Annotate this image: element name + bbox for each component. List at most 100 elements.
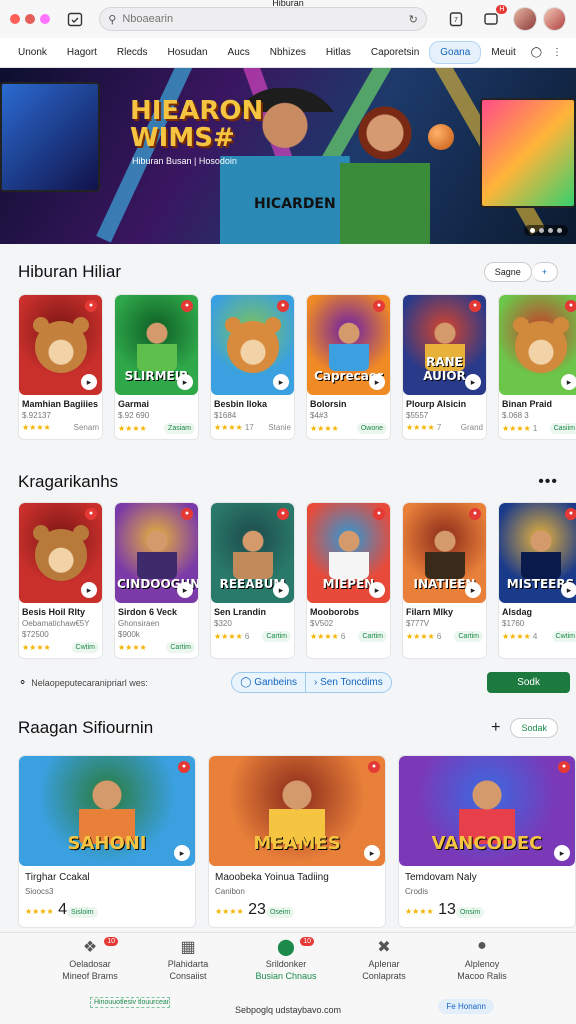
- hero-banner[interactable]: HICARDEN HIEARON WIMS# Hiburan Busan | H…: [0, 68, 576, 244]
- help-icon[interactable]: ◯: [526, 43, 547, 62]
- game-thumbnail[interactable]: VANCODEC ● ▸: [399, 756, 575, 866]
- game-thumbnail[interactable]: SAHONI ● ▸: [19, 756, 195, 866]
- bottom-nav-item[interactable]: ✖ Aplenar Conlaprats: [334, 937, 434, 981]
- card-action[interactable]: Casiim: [549, 423, 576, 434]
- game-thumbnail[interactable]: ● ▸: [211, 295, 294, 395]
- card-action[interactable]: Grand: [461, 423, 483, 432]
- bottom-nav-item[interactable]: ● Alplenoy Macoo Ralis: [432, 937, 532, 981]
- add-button[interactable]: +: [531, 262, 558, 282]
- bottom-nav-item[interactable]: ▦ Plahidarta Consaiist: [138, 937, 238, 981]
- game-card[interactable]: INATIEEN ● ▸ Filarn Mlky $777V ★★★★ 6 Cartim: [402, 502, 487, 659]
- sodak-button[interactable]: Sodak: [510, 718, 558, 738]
- more-icon[interactable]: •••: [538, 473, 558, 491]
- search-bar[interactable]: ⚲ ↻: [99, 7, 427, 31]
- tab-8[interactable]: Goana: [429, 41, 482, 64]
- more-icon[interactable]: ⋮: [547, 43, 567, 62]
- tab-1[interactable]: Hagort: [57, 42, 107, 63]
- play-icon[interactable]: ▸: [81, 582, 97, 598]
- tab-3[interactable]: Hosudan: [158, 42, 218, 63]
- segment-ganbeins[interactable]: ◯ Ganbeins: [232, 673, 305, 692]
- play-icon[interactable]: ▸: [273, 374, 289, 390]
- card-action[interactable]: Onsim: [455, 907, 485, 918]
- play-icon[interactable]: ▸: [561, 374, 576, 390]
- tab-4[interactable]: Aucs: [218, 42, 260, 63]
- game-thumbnail[interactable]: ● ▸: [19, 503, 102, 603]
- game-thumbnail[interactable]: INATIEEN ● ▸: [403, 503, 486, 603]
- minimize-dot[interactable]: [25, 14, 35, 24]
- tab-6[interactable]: Hitlas: [316, 42, 361, 63]
- game-card[interactable]: ● ▸ Besbin lloka $1684 ★★★★ 17 Stanie: [210, 294, 295, 440]
- card-action[interactable]: Senam: [74, 423, 99, 432]
- card-action[interactable]: Cartim: [454, 631, 483, 642]
- game-thumbnail[interactable]: MEAMES ● ▸: [209, 756, 385, 866]
- card-action[interactable]: Stanie: [268, 423, 291, 432]
- game-card[interactable]: Caprecaer ● ▸ Bolorsin $4#3 ★★★★ Owone: [306, 294, 391, 440]
- card-action[interactable]: Oseim: [265, 907, 295, 918]
- play-icon[interactable]: ▸: [174, 845, 190, 861]
- play-icon[interactable]: ▸: [465, 582, 481, 598]
- tab-2[interactable]: Rlecds: [107, 42, 158, 63]
- sort-button[interactable]: Sagne: [483, 262, 532, 282]
- game-thumbnail[interactable]: MIEPEN ● ▸: [307, 503, 390, 603]
- segmented-control[interactable]: ◯ Ganbeins › Sen Toncdims: [231, 672, 392, 693]
- game-thumbnail[interactable]: Caprecaer ● ▸: [307, 295, 390, 395]
- maximize-dot[interactable]: [40, 14, 50, 24]
- close-dot[interactable]: [10, 14, 20, 24]
- notification-icon[interactable]: H: [480, 5, 508, 30]
- game-card[interactable]: MIEPEN ● ▸ Mooborobs $V502 ★★★★ 6 Cartim: [306, 502, 391, 659]
- carousel-dots[interactable]: [524, 225, 568, 236]
- card-action[interactable]: Cartim: [358, 631, 387, 642]
- plus-icon[interactable]: +: [491, 719, 500, 737]
- segment-toncdims[interactable]: › Sen Toncdims: [305, 673, 391, 692]
- game-card[interactable]: REEABUM ● ▸ Sen Lrandin $320 ★★★★ 6 Cartim: [210, 502, 295, 659]
- card-action[interactable]: Cartim: [262, 631, 291, 642]
- game-thumbnail[interactable]: RANE AUIOR ● ▸: [403, 295, 486, 395]
- card-action[interactable]: Cwtim: [71, 642, 99, 653]
- game-card[interactable]: RANE AUIOR ● ▸ Plourp Alsicin $5557 ★★★★ 7 Gra…: [402, 294, 487, 440]
- card-action[interactable]: Owone: [356, 423, 387, 434]
- game-thumbnail[interactable]: CINDOOGUN ● ▸: [115, 503, 198, 603]
- calendar-icon[interactable]: [64, 8, 85, 30]
- game-card[interactable]: ● ▸ Mamhian Bagiiies $.92137 ★★★★ Senam: [18, 294, 103, 440]
- sodk-button[interactable]: Sodk: [487, 672, 570, 693]
- play-icon[interactable]: ▸: [177, 374, 193, 390]
- card-action[interactable]: Zasiam: [164, 423, 195, 434]
- game-card[interactable]: VANCODEC ● ▸ Temdovam Naly Crodis ★★★★ 13 Onsi…: [398, 755, 576, 928]
- play-icon[interactable]: ▸: [273, 582, 289, 598]
- play-icon[interactable]: ▸: [561, 582, 576, 598]
- card-action[interactable]: Sisloim: [67, 907, 98, 918]
- bottom-nav-item[interactable]: ⬤ 10 Srildonker Busian Chnaus: [236, 937, 336, 981]
- game-card[interactable]: ● ▸ Binan Praid $.068 3 ★★★★ 1 Casiim: [498, 294, 576, 440]
- game-thumbnail[interactable]: SLIRMEIR ● ▸: [115, 295, 198, 395]
- refresh-icon[interactable]: ↻: [409, 13, 418, 26]
- game-thumbnail[interactable]: MISTEERS ● ▸: [499, 503, 576, 603]
- game-thumbnail[interactable]: REEABUM ● ▸: [211, 503, 294, 603]
- search-input[interactable]: [122, 13, 409, 25]
- card-action[interactable]: Cartim: [166, 642, 195, 653]
- game-thumbnail[interactable]: ● ▸: [499, 295, 576, 395]
- play-icon[interactable]: ▸: [364, 845, 380, 861]
- game-card[interactable]: CINDOOGUN ● ▸ Sirdon 6 Veck Ghonsiraen $900k ★…: [114, 502, 199, 659]
- bottom-nav-item[interactable]: ❖ 10 Oeladosar Mineof Brams: [40, 937, 140, 981]
- game-card[interactable]: MISTEERS ● ▸ Alsdag $1760 ★★★★ 4 Cwtim: [498, 502, 576, 659]
- tab-7[interactable]: Caporetsin: [361, 42, 429, 63]
- play-icon[interactable]: ▸: [177, 582, 193, 598]
- tab-5[interactable]: Nbhizes: [260, 42, 316, 63]
- play-icon[interactable]: ▸: [554, 845, 570, 861]
- game-card[interactable]: SAHONI ● ▸ Tirghar Ccakal Sioocs3 ★★★★ 4 Sislo…: [18, 755, 196, 928]
- game-card[interactable]: SLIRMEIR ● ▸ Garmai $.92 690 ★★★★ Zasiam: [114, 294, 199, 440]
- tab-0[interactable]: Unonk: [8, 42, 57, 63]
- footer-button[interactable]: Fe Honann: [438, 999, 494, 1014]
- play-icon[interactable]: ▸: [81, 374, 97, 390]
- game-card[interactable]: MEAMES ● ▸ Maoobeka Yoinua Tadiing Canibon ★★…: [208, 755, 386, 928]
- avatar-secondary[interactable]: [542, 7, 566, 31]
- play-icon[interactable]: ▸: [369, 582, 385, 598]
- avatar[interactable]: [513, 7, 537, 31]
- card-action[interactable]: Cwtim: [551, 631, 576, 642]
- tab-9[interactable]: Meuit: [481, 42, 525, 63]
- play-icon[interactable]: ▸: [369, 374, 385, 390]
- game-thumbnail[interactable]: ● ▸: [19, 295, 102, 395]
- game-card[interactable]: ● ▸ Besis Hoil Rlty Oebamatichaw€5Y $72500 ★★…: [18, 502, 103, 659]
- play-icon[interactable]: ▸: [465, 374, 481, 390]
- clipboard-icon[interactable]: 7: [445, 8, 466, 30]
